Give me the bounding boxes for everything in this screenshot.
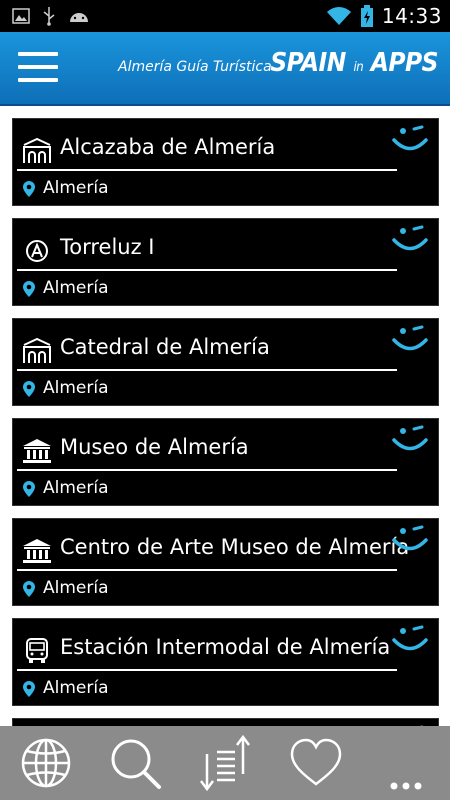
place-location: Almería [43,678,109,698]
battery-charging-icon [360,5,373,27]
wink-smile-icon[interactable] [390,523,430,559]
wink-smile-icon[interactable] [390,223,430,259]
wink-smile-icon[interactable] [390,123,430,159]
place-name: Centro de Arte Museo de Almería [60,535,410,559]
wink-smile-icon[interactable] [390,623,430,659]
place-card[interactable]: Museo de Almería Almería [12,418,439,506]
wink-smile-icon[interactable] [390,423,430,459]
sort-icon[interactable] [197,734,253,792]
place-card[interactable] [12,718,439,726]
image-icon [12,8,30,24]
place-location: Almería [43,278,109,298]
location-pin-icon [23,381,35,397]
wink-smile-icon[interactable] [390,323,430,359]
app-header: Almería Guía Turística SPAIN in APPS [0,32,450,106]
place-card[interactable]: Estación Intermodal de Almería Almería [12,618,439,706]
places-list[interactable]: Alcazaba de Almería Almería Torreluz I A… [0,106,450,726]
brand-text-apps: APPS [370,48,439,78]
place-card[interactable]: Torreluz I Almería [12,218,439,306]
brand-text-in: in [353,60,364,75]
arch-monument-icon [23,337,51,363]
location-pin-icon [23,181,35,197]
status-bar: 14:33 [0,0,450,32]
app-title: Almería Guía Turística [118,59,272,75]
clock: 14:33 [381,4,442,28]
place-location: Almería [43,478,109,498]
place-name: Catedral de Almería [60,335,270,359]
place-name: Museo de Almería [60,435,249,459]
divider [17,569,397,571]
place-name: Alcazaba de Almería [60,135,276,159]
hotel-category-icon [26,240,48,262]
divider [17,169,397,171]
divider [17,669,397,671]
place-location: Almería [43,578,109,598]
search-icon[interactable] [107,734,163,792]
notification-icons [12,6,90,26]
divider [17,269,397,271]
museum-icon [23,439,51,463]
place-card[interactable]: Catedral de Almería Almería [12,318,439,406]
place-location: Almería [43,378,109,398]
place-name: Estación Intermodal de Almería [60,635,391,659]
place-name: Torreluz I [60,235,155,259]
museum-icon [23,539,51,563]
place-location: Almería [43,178,109,198]
bottom-toolbar [0,726,450,800]
bus-icon [26,638,48,663]
location-pin-icon [23,681,35,697]
brand-logo: SPAIN in APPS [270,48,438,78]
android-icon [70,13,88,22]
location-pin-icon [23,481,35,497]
more-icon[interactable] [378,734,434,792]
wifi-icon [326,7,351,25]
heart-icon[interactable] [288,734,344,792]
place-card[interactable]: Centro de Arte Museo de Almería Almería [12,518,439,606]
divider [17,469,397,471]
place-card[interactable]: Alcazaba de Almería Almería [12,118,439,206]
system-icons: 14:33 [326,4,442,28]
globe-icon[interactable] [18,734,74,792]
divider [17,369,397,371]
location-pin-icon [23,581,35,597]
location-pin-icon [23,281,35,297]
menu-button[interactable] [18,50,58,84]
usb-icon [43,7,55,26]
brand-text-spain: SPAIN [270,48,346,78]
arch-monument-icon [23,137,51,163]
